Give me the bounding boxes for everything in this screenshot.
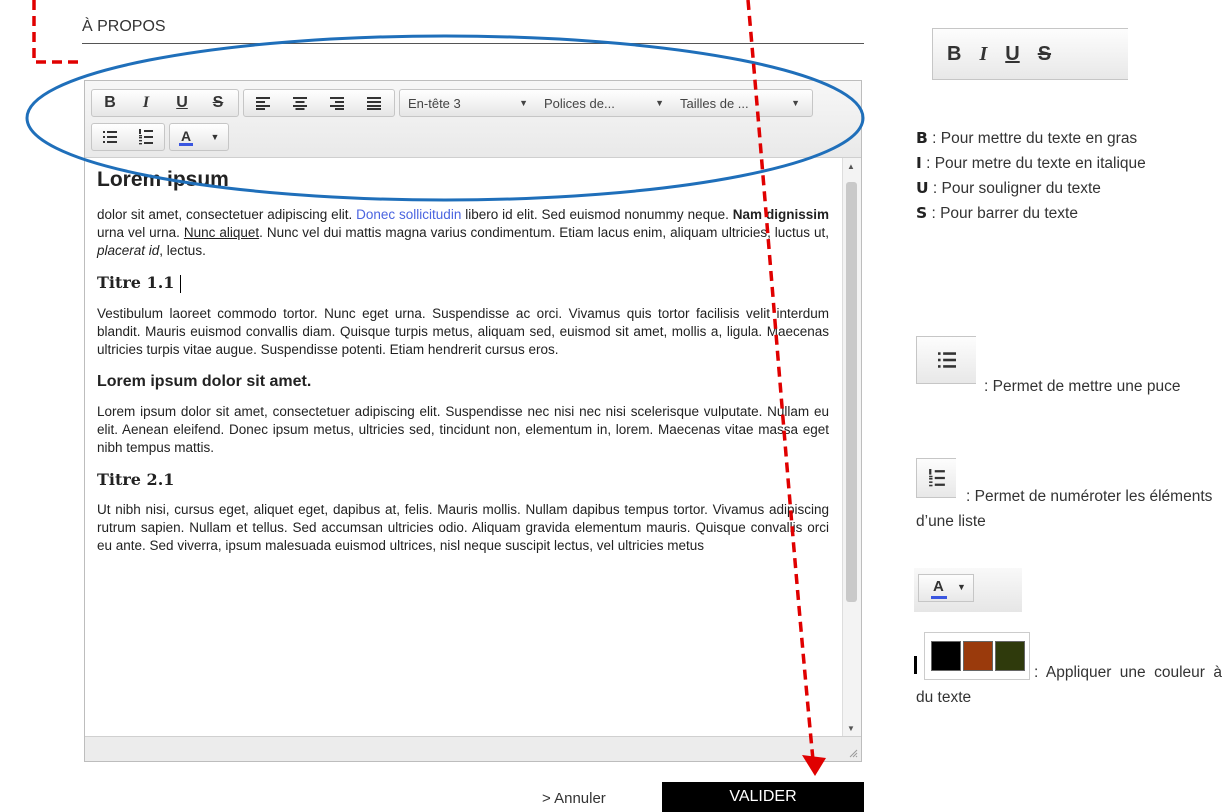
scroll-thumb[interactable] <box>846 182 857 602</box>
justify-icon <box>366 97 381 110</box>
text-cursor <box>179 274 181 293</box>
dropdown-arrow-icon: ▼ <box>791 98 800 108</box>
help-color-text: : Appliquer une couleur à du texte <box>916 664 1222 706</box>
numbered-list-button[interactable] <box>128 124 164 150</box>
content-heading-titre-1-1: Titre 1.1 <box>97 274 829 293</box>
underline-button[interactable]: U <box>164 90 200 116</box>
numbered-list-icon <box>139 129 153 145</box>
content-paragraph: dolor sit amet, consectetuer adipiscing … <box>97 207 829 258</box>
size-select[interactable]: Tailles de ... ▼ <box>672 90 808 116</box>
align-left-icon <box>255 97 270 110</box>
scroll-down-arrow[interactable]: ▼ <box>847 724 855 733</box>
list-group <box>91 123 165 151</box>
help-color-preview: A ▼ <box>914 568 1022 612</box>
content-paragraph: Ut nibh nisi, cursus eget, aliquet eget,… <box>97 501 829 553</box>
bullet-list-button[interactable] <box>92 124 128 150</box>
strikethrough-button[interactable]: S <box>200 90 236 116</box>
content-heading-1: Lorem ipsum <box>97 168 229 191</box>
rich-text-editor: B I U S En-tête 3 ▼ Polices de... ▼ Tail… <box>84 80 862 762</box>
align-right-icon <box>329 97 344 110</box>
align-center-button[interactable] <box>281 90 318 116</box>
content-paragraph: Lorem ipsum dolor sit amet, consectetuer… <box>97 403 829 455</box>
help-formatting-text: B : Pour mettre du texte en gras I : Pou… <box>916 129 1146 222</box>
validate-button[interactable]: VALIDER <box>662 782 864 812</box>
alignment-group <box>243 89 395 117</box>
content-heading-2: Lorem ipsum dolor sit amet. <box>97 372 312 390</box>
bold-button[interactable]: B <box>92 90 128 116</box>
editor-toolbar: B I U S En-tête 3 ▼ Polices de... ▼ Tail… <box>85 81 861 158</box>
align-left-button[interactable] <box>244 90 281 116</box>
help-bold-icon: B <box>947 42 962 65</box>
bullet-list-icon <box>103 131 117 143</box>
italic-button[interactable]: I <box>128 90 164 116</box>
align-right-button[interactable] <box>318 90 355 116</box>
text-color-dropdown[interactable]: ▼ <box>202 124 228 150</box>
help-italic-icon: I <box>979 42 988 65</box>
editor-scrollbar[interactable]: ▲ ▼ <box>842 158 861 737</box>
editor-statusbar <box>85 736 861 761</box>
help-toolbar-preview: B I U S <box>932 28 1128 80</box>
help-underline-icon: U <box>1005 42 1020 65</box>
content-link[interactable]: Donec sollicitudin <box>356 207 461 222</box>
content-heading-titre-2-1: Titre 2.1 <box>97 469 175 489</box>
editor-content[interactable]: Lorem ipsum dolor sit amet, consectetuer… <box>85 158 843 737</box>
format-combos-group: En-tête 3 ▼ Polices de... ▼ Tailles de .… <box>399 89 813 117</box>
resize-handle-icon[interactable] <box>848 748 858 758</box>
help-numbered-text: : Permet de numéroter les éléments d’une… <box>916 488 1213 530</box>
scroll-up-arrow[interactable]: ▲ <box>847 162 855 171</box>
color-underline <box>179 142 193 146</box>
section-divider <box>82 43 864 44</box>
cancel-link[interactable]: > Annuler <box>542 790 606 807</box>
content-paragraph: Vestibulum laoreet commodo tortor. Nunc … <box>97 305 829 357</box>
text-color-button[interactable]: A <box>170 124 202 150</box>
text-style-group: B I U S <box>91 89 239 117</box>
heading-select[interactable]: En-tête 3 ▼ <box>400 90 536 116</box>
help-strike-icon: S <box>1037 42 1052 65</box>
dropdown-arrow-icon: ▼ <box>655 98 664 108</box>
align-center-icon <box>292 97 307 110</box>
dropdown-arrow-icon: ▼ <box>519 98 528 108</box>
help-bullet-text: : Permet de mettre une puce <box>984 378 1181 395</box>
justify-button[interactable] <box>355 90 392 116</box>
annotation-corner-dash <box>32 0 84 64</box>
chevron-down-icon: ▼ <box>957 582 966 592</box>
color-underline <box>931 596 947 599</box>
font-select[interactable]: Polices de... ▼ <box>536 90 672 116</box>
text-color-group: A ▼ <box>169 123 229 151</box>
section-title: À PROPOS <box>82 18 166 35</box>
help-color-button: A ▼ <box>918 574 974 602</box>
bullet-list-icon <box>937 352 956 368</box>
